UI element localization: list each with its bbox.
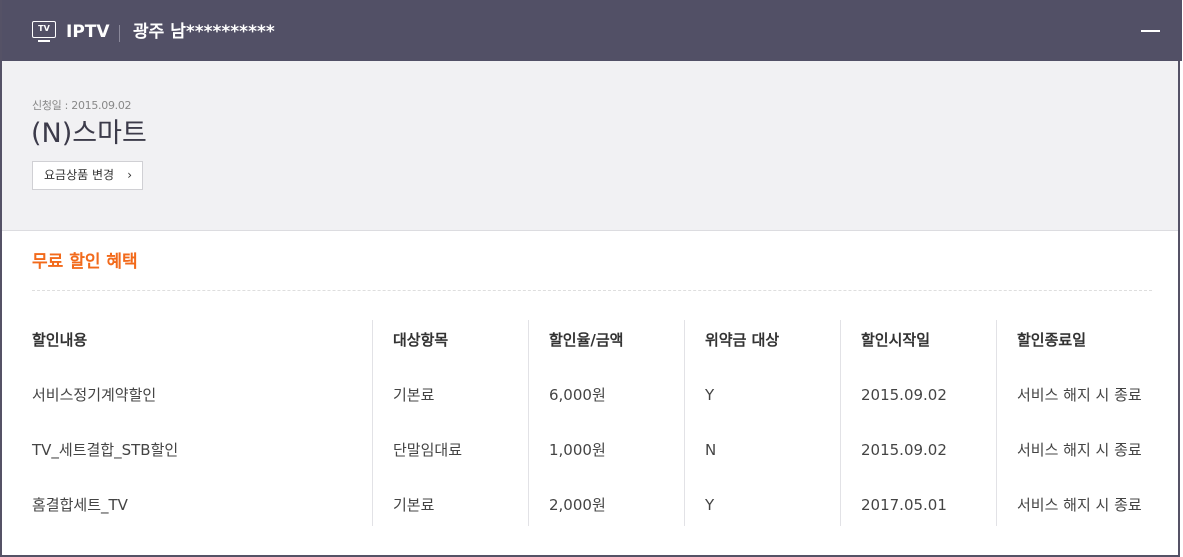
section-title: 무료 할인 혜택 [32, 252, 138, 272]
panel-header: TV IPTV 광주 남********** [2, 0, 1182, 61]
table-cell: TV_세트결합_STB할인 [32, 441, 179, 459]
table-cell: 단말임대료 [393, 441, 463, 459]
plan-name: (N)스마트 [31, 118, 147, 149]
tv-icon: TV [32, 21, 56, 43]
table-cell: Y [705, 386, 715, 404]
table-cell: 2017.05.01 [861, 496, 947, 514]
table-cell: 2,000원 [549, 496, 606, 514]
column-target-item: 대상항목 기본료 단말임대료 기본료 [372, 320, 528, 526]
column-header: 위약금 대상 [705, 331, 780, 349]
table-cell: 2015.09.02 [861, 441, 947, 459]
header-divider [119, 25, 120, 42]
change-plan-button[interactable]: 요금상품 변경 › [32, 161, 143, 190]
column-discount-name: 할인내용 서비스정기계약할인 TV_세트결합_STB할인 홈결합세트_TV [32, 320, 372, 526]
collapse-icon[interactable] [1141, 30, 1160, 32]
service-type: IPTV [66, 22, 110, 42]
column-header: 할인율/금액 [549, 331, 624, 349]
table-cell: 서비스 해지 시 종료 [1017, 441, 1142, 459]
install-address: 광주 남********** [133, 22, 275, 42]
table-cell: 서비스 해지 시 종료 [1017, 386, 1142, 404]
column-end-date: 할인종료일 서비스 해지 시 종료 서비스 해지 시 종료 서비스 해지 시 종… [996, 320, 1152, 526]
plan-summary: 신청일 : 2015.09.02 (N)스마트 요금상품 변경 › [2, 61, 1178, 231]
tv-icon-label: TV [32, 21, 56, 38]
table-cell: 기본료 [393, 386, 435, 404]
table-cell: 6,000원 [549, 386, 606, 404]
iptv-panel: TV IPTV 광주 남********** 신청일 : 2015.09.02 … [0, 0, 1182, 557]
table-cell: Y [705, 496, 715, 514]
apply-date: 신청일 : 2015.09.02 [32, 99, 132, 112]
table-cell: 2015.09.02 [861, 386, 947, 404]
table-cell: 서비스 해지 시 종료 [1017, 496, 1142, 514]
section-divider [32, 290, 1152, 291]
table-cell: N [705, 441, 717, 459]
column-discount-amount: 할인율/금액 6,000원 1,000원 2,000원 [528, 320, 684, 526]
table-cell: 1,000원 [549, 441, 606, 459]
table-cell: 홈결합세트_TV [32, 496, 128, 514]
change-plan-label: 요금상품 변경 [44, 168, 115, 182]
column-header: 대상항목 [393, 331, 449, 349]
chevron-right-icon: › [127, 168, 132, 182]
column-header: 할인내용 [32, 331, 88, 349]
table-cell: 서비스정기계약할인 [32, 386, 157, 404]
column-header: 할인시작일 [861, 331, 931, 349]
table-cell: 기본료 [393, 496, 435, 514]
column-start-date: 할인시작일 2015.09.02 2015.09.02 2017.05.01 [840, 320, 996, 526]
column-penalty: 위약금 대상 Y N Y [684, 320, 840, 526]
column-header: 할인종료일 [1017, 331, 1087, 349]
